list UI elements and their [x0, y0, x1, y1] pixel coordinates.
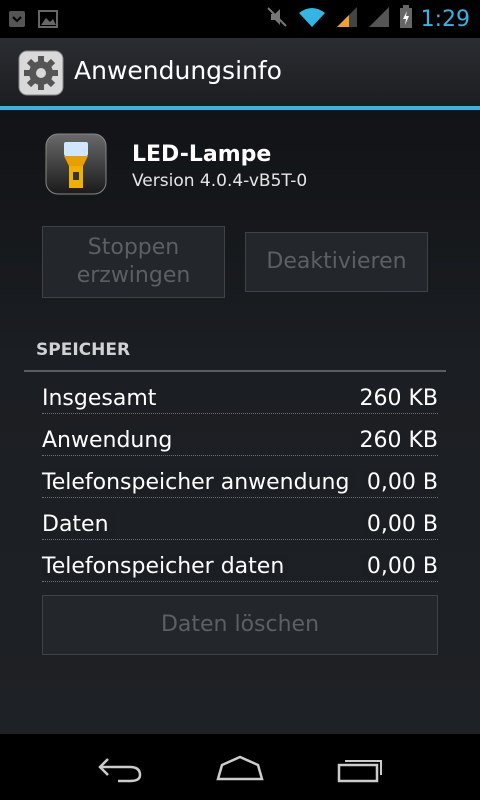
storage-row-phone-data: Telefonspeicher daten 0,00 B	[42, 554, 438, 588]
home-icon[interactable]	[210, 748, 270, 788]
back-icon[interactable]	[90, 748, 150, 788]
status-bar: 1:29	[0, 0, 480, 38]
page-title: Anwendungsinfo	[74, 56, 282, 85]
storage-value: 260 KB	[353, 428, 438, 453]
app-name: LED-Lampe	[132, 142, 272, 167]
force-stop-button[interactable]: Stoppen erzwingen	[42, 226, 225, 298]
app-info-content: LED-Lampe Version 4.0.4-vB5T-0 Stoppen e…	[0, 110, 480, 734]
deactivate-button[interactable]: Deaktivieren	[245, 232, 428, 292]
storage-label: Insgesamt	[42, 386, 161, 411]
recent-apps-icon[interactable]	[330, 748, 390, 788]
signal-icon	[335, 5, 359, 33]
storage-value: 0,00 B	[360, 512, 438, 537]
storage-value: 0,00 B	[360, 470, 438, 495]
storage-row-phone-app: Telefonspeicher anwendung 0,00 B	[42, 470, 438, 504]
storage-row-total: Insgesamt 260 KB	[42, 386, 438, 420]
battery-charging-icon	[399, 5, 413, 33]
storage-label: Daten	[42, 512, 113, 537]
status-clock: 1:29	[420, 6, 470, 32]
action-bar: Anwendungsinfo	[0, 38, 480, 106]
clear-data-button[interactable]: Daten löschen	[42, 595, 438, 655]
storage-section-header: SPEICHER	[36, 340, 131, 360]
storage-row-app: Anwendung 260 KB	[42, 428, 438, 462]
storage-label: Telefonspeicher anwendung	[42, 470, 354, 495]
signal-icon-2	[367, 5, 391, 33]
navigation-bar	[0, 734, 480, 800]
wifi-icon	[297, 5, 327, 33]
muted-icon	[265, 5, 289, 33]
storage-value: 260 KB	[353, 386, 438, 411]
image-icon	[38, 10, 58, 32]
storage-value: 0,00 B	[360, 554, 438, 579]
settings-gear-icon[interactable]	[18, 50, 64, 96]
section-divider	[24, 370, 446, 372]
storage-label: Telefonspeicher daten	[42, 554, 289, 579]
flashlight-icon	[44, 132, 108, 196]
storage-row-data: Daten 0,00 B	[42, 512, 438, 546]
storage-label: Anwendung	[42, 428, 177, 453]
app-version: Version 4.0.4-vB5T-0	[132, 171, 308, 191]
notification-icon	[8, 10, 26, 32]
